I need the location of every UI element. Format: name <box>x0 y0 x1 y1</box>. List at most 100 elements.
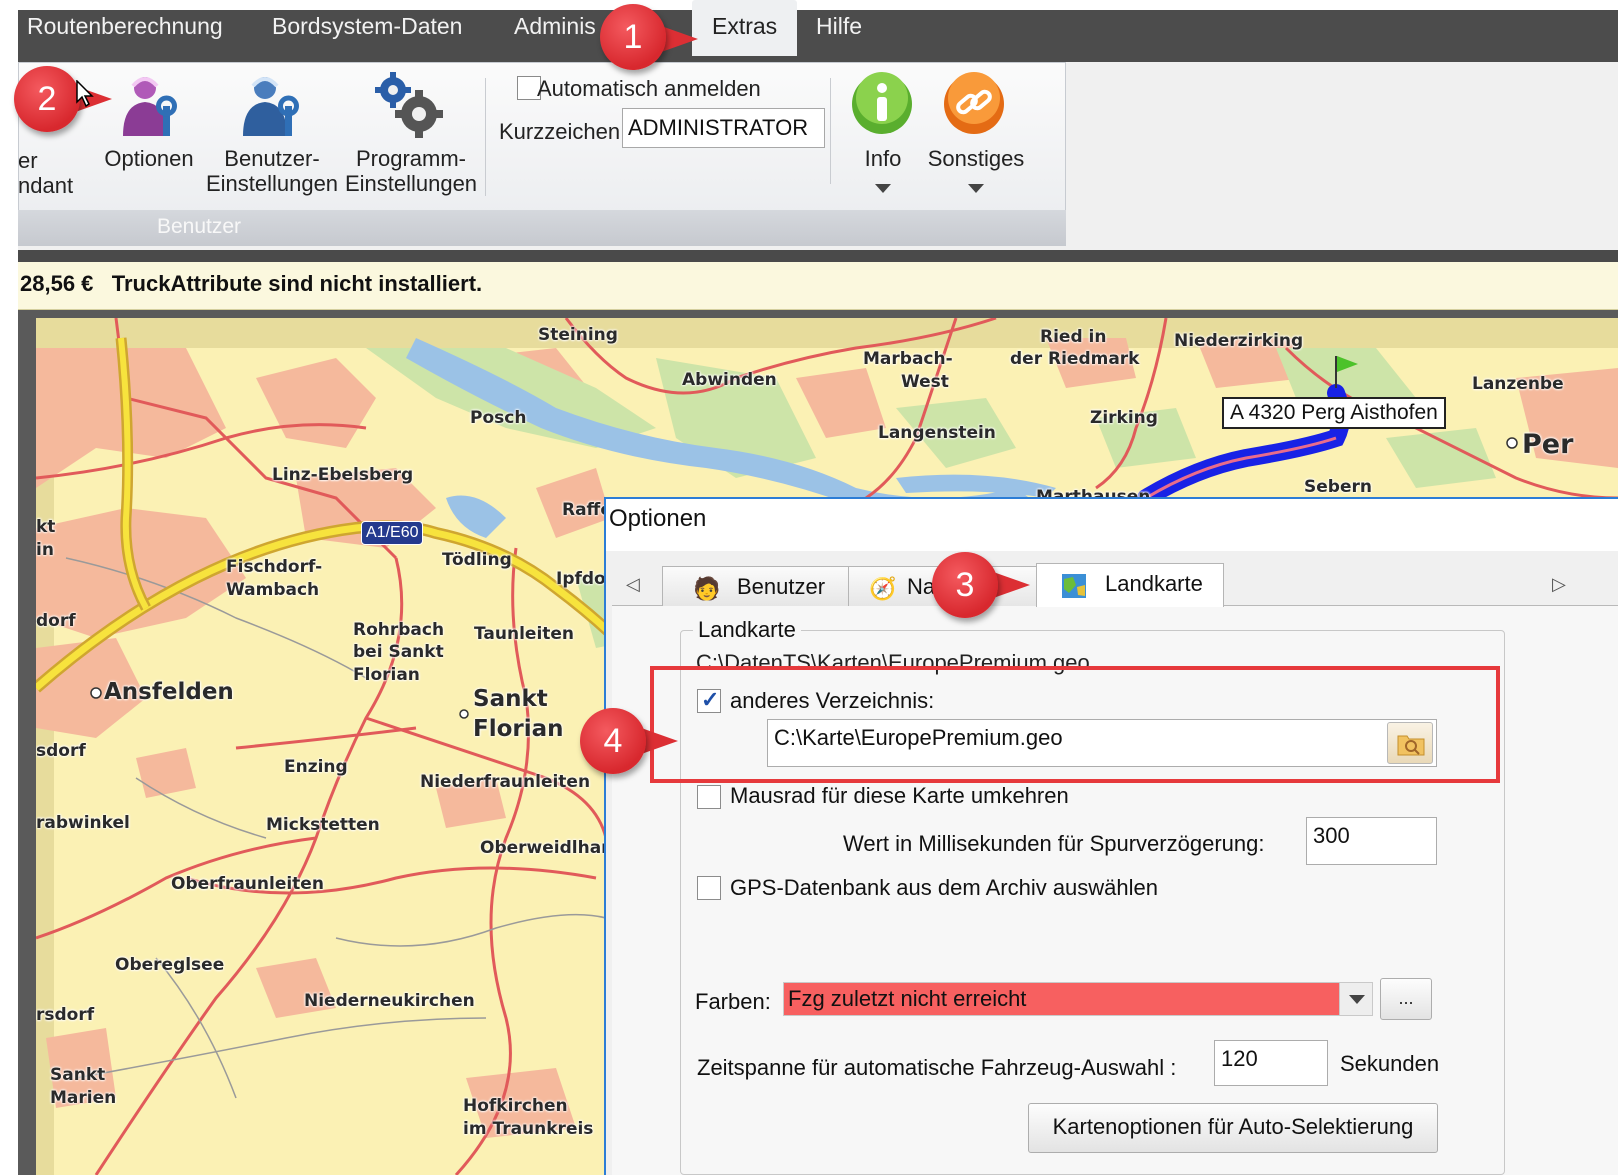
lane-delay-input[interactable]: 300 <box>1306 817 1437 865</box>
map-place-label: Taunleiten <box>474 624 575 644</box>
tab-administration[interactable]: Adminis <box>514 0 596 52</box>
gps-archive-checkbox[interactable] <box>697 876 721 900</box>
timespan-unit-label: Sekunden <box>1340 1051 1440 1076</box>
map-place-label: Fischdorf- <box>226 557 323 577</box>
map-place-label: rabwinkel <box>36 813 130 833</box>
map-place-label: Per <box>1522 429 1574 460</box>
map-place-label: Sankt <box>50 1065 106 1085</box>
highlight-box <box>650 666 1500 783</box>
user-settings-icon <box>243 77 299 136</box>
map-place-label: Niederzirking <box>1174 331 1304 351</box>
ribbon-separator <box>830 78 831 184</box>
sonstiges-button[interactable]: Sonstiges <box>922 70 1030 200</box>
map-place-label: Marien <box>50 1088 117 1108</box>
ribbon-partial-button[interactable]: er ndant <box>18 148 73 198</box>
map-place-label: Marbach- <box>863 349 953 369</box>
chevron-down-icon <box>968 184 984 193</box>
tab-landkarte[interactable]: Landkarte <box>1036 563 1224 607</box>
map-place-label: der Riedmark <box>1010 349 1140 369</box>
map-place-label: sdorf <box>36 741 86 761</box>
callout-number: 2 <box>14 66 80 132</box>
map-place-label: Niederfraunleiten <box>420 772 591 792</box>
ribbon-separator <box>485 78 486 196</box>
auto-login-label: Automatisch anmelden <box>537 76 761 101</box>
chevron-down-icon <box>1349 995 1365 1004</box>
chevron-right-icon[interactable]: ▷ <box>1552 574 1566 595</box>
navigation-icon: 🧭 <box>869 576 897 601</box>
map-place-label: Sankt <box>473 686 548 712</box>
optionen-label: Optionen <box>104 146 194 171</box>
highway-badge: A1/E60 <box>361 521 424 545</box>
link-icon <box>944 72 1004 134</box>
mouse-cursor-icon <box>76 80 94 108</box>
info-label: Info <box>864 146 902 171</box>
gps-archive-label: GPS-Datenbank aus dem Archiv auswählen <box>730 875 1159 900</box>
dialog-title: Optionen <box>609 505 707 532</box>
map-place-label: Zirking <box>1090 408 1158 428</box>
status-message-bar: 28,56 € TruckAttribute sind nicht instal… <box>18 262 1618 310</box>
tab-routenberechnung[interactable]: Routenberechnung <box>27 0 223 52</box>
map-place-label: im Traunkreis <box>463 1119 594 1139</box>
programm-einstellungen-label: Programm- Einstellungen <box>343 146 479 196</box>
ribbon-group-label: Benutzer <box>157 215 242 238</box>
auto-selection-map-options-button[interactable]: Kartenoptionen für Auto-Selektierung <box>1028 1103 1438 1153</box>
map-place-label: Ried in <box>1040 327 1107 347</box>
benutzer-einstellungen-label: Benutzer- Einstellungen <box>205 146 339 196</box>
user-icon: 🧑 <box>693 576 721 601</box>
user-wrench-icon <box>123 77 177 136</box>
map-place-label: Ipfdo <box>556 569 606 589</box>
map-place-label: rsdorf <box>36 1005 95 1025</box>
programm-einstellungen-button[interactable]: Programm- Einstellungen <box>343 66 479 206</box>
tab-landkarte-label: Landkarte <box>1105 571 1203 596</box>
colors-select-dropdown[interactable] <box>1339 982 1373 1016</box>
tab-bordsystem-daten[interactable]: Bordsystem-Daten <box>272 0 462 52</box>
map-place-label: bei Sankt <box>353 642 444 662</box>
kurzzeichen-label: Kurzzeichen <box>499 119 621 144</box>
lane-delay-label: Wert in Millisekunden für Spurverzögerun… <box>843 831 1265 856</box>
tab-benutzer-label: Benutzer <box>737 574 826 599</box>
map-place-label: Rohrbach <box>353 620 445 640</box>
map-place-label: kt <box>36 517 56 537</box>
map-place-label: Enzing <box>284 757 348 777</box>
tab-navigation-label: Na <box>907 574 936 599</box>
info-button[interactable]: Info <box>846 70 920 200</box>
gears-icon <box>375 72 443 138</box>
chevron-left-icon[interactable]: ◁ <box>626 574 640 595</box>
map-place-label: Lanzenbe <box>1472 374 1564 394</box>
invert-mouse-wheel-label: Mausrad für diese Karte umkehren <box>730 783 1069 808</box>
groupbox-title: Landkarte <box>693 617 801 643</box>
map-place-label: Linz-Ebelsberg <box>272 465 414 485</box>
benutzer-einstellungen-button[interactable]: Benutzer- Einstellungen <box>205 66 339 206</box>
tab-hilfe[interactable]: Hilfe <box>816 0 862 52</box>
colors-label: Farben: <box>695 989 771 1014</box>
map-place-label: Posch <box>470 408 527 428</box>
map-place-label: Abwinden <box>682 370 777 390</box>
auto-selection-timespan-input[interactable]: 120 <box>1214 1040 1328 1086</box>
benutzer-label-line1: Benutzer- <box>224 146 320 171</box>
kurzzeichen-input[interactable]: ADMINISTRATOR <box>622 108 825 148</box>
map-place-label: in <box>36 540 54 560</box>
tab-benutzer[interactable]: 🧑 Benutzer <box>662 566 850 606</box>
tab-extras[interactable]: Extras <box>692 0 798 56</box>
map-place-label: Wambach <box>226 580 320 600</box>
colors-more-button[interactable]: ... <box>1380 978 1432 1020</box>
map-place-label: Niederneukirchen <box>304 991 475 1011</box>
screen: { "menu": { "tabs": [ {"label": "Routenb… <box>0 0 1618 1175</box>
ribbon-partial-label-2: ndant <box>18 173 74 198</box>
invert-mouse-wheel-checkbox[interactable] <box>697 785 721 809</box>
callout-number: 3 <box>932 552 998 618</box>
colors-select[interactable]: Fzg zuletzt nicht erreicht <box>783 982 1373 1016</box>
status-message-text: TruckAttribute sind nicht installiert. <box>111 271 483 296</box>
map-place-label: West <box>901 372 949 392</box>
map-place-label: Florian <box>473 716 564 742</box>
status-amount: 28,56 € <box>20 271 94 296</box>
chevron-down-icon <box>875 184 891 193</box>
ribbon-partial-label-1: er <box>18 148 38 173</box>
auto-selection-timespan-label: Zeitspanne für automatische Fahrzeug-Aus… <box>697 1055 1177 1080</box>
map-place-label: Sebern <box>1304 477 1372 497</box>
dialog-titlebar <box>606 499 1618 551</box>
sonstiges-label: Sonstiges <box>927 146 1025 171</box>
benutzer-label-line2: Einstellungen <box>205 171 339 196</box>
map-place-label: dorf <box>36 611 76 631</box>
programm-label-line1: Programm- <box>355 146 466 171</box>
